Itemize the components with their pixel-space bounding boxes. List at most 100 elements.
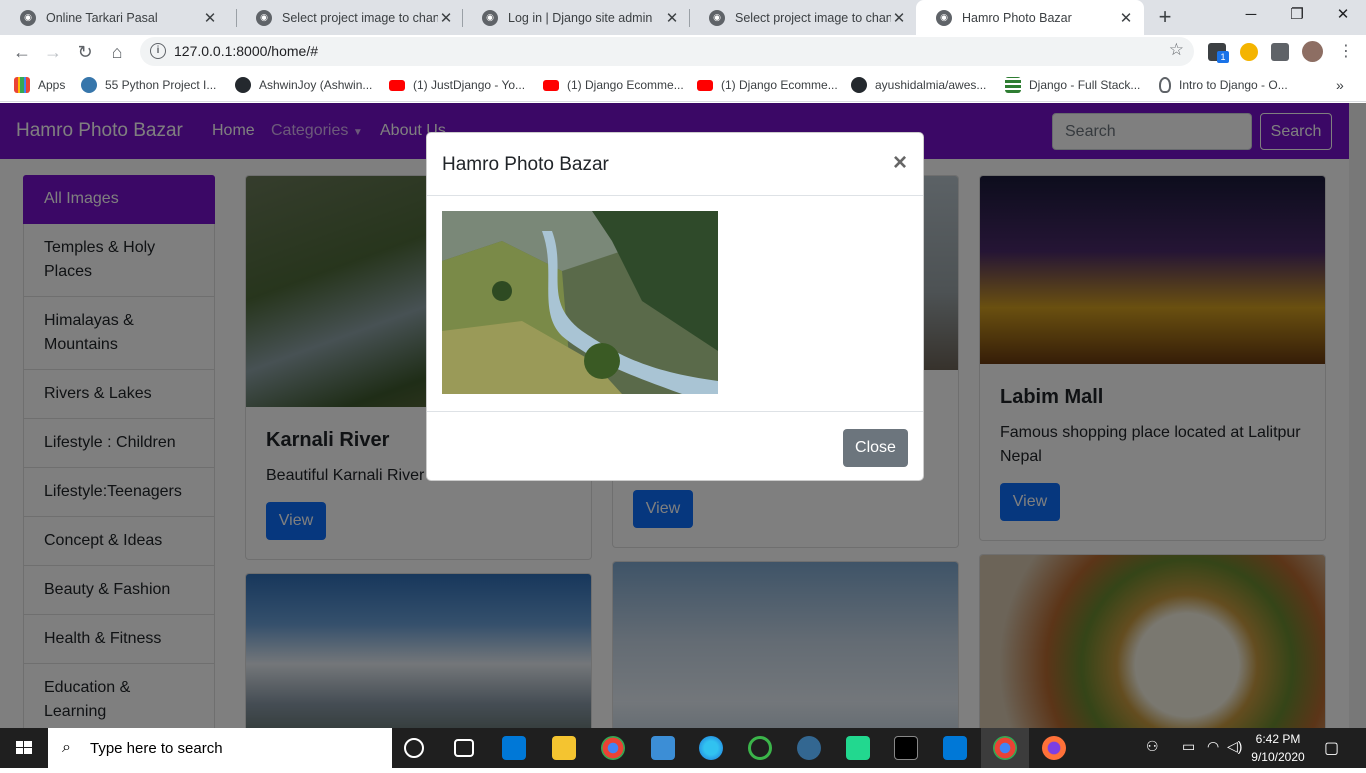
close-tab-icon[interactable]: ✕ bbox=[438, 9, 454, 27]
bookmark-item[interactable]: Intro to Django - O... bbox=[1159, 76, 1288, 94]
forward-icon[interactable]: → bbox=[40, 39, 66, 65]
browser-chrome: ◉ Online Tarkari Pasal ✕ ◉ Select project i… bbox=[0, 0, 1366, 103]
windows-logo-icon bbox=[16, 741, 32, 754]
extension-icon[interactable] bbox=[1240, 43, 1258, 61]
globe-icon: ◉ bbox=[20, 9, 36, 26]
modal-header: Hamro Photo Bazar × bbox=[427, 133, 923, 196]
taskbar-search-placeholder: Type here to search bbox=[90, 739, 223, 757]
globe-icon: ◉ bbox=[256, 9, 272, 26]
pycharm-icon[interactable] bbox=[846, 736, 870, 760]
close-tab-icon[interactable]: ✕ bbox=[1118, 9, 1134, 27]
extension-badge: 1 bbox=[1217, 51, 1229, 63]
avatar[interactable] bbox=[1302, 41, 1323, 62]
search-icon: ⌕ bbox=[62, 739, 71, 756]
bookmark-item[interactable]: AshwinJoy (Ashwin... bbox=[235, 76, 372, 94]
youtube-icon bbox=[697, 79, 713, 91]
tab-strip: ◉ Online Tarkari Pasal ✕ ◉ Select project i… bbox=[0, 0, 1366, 35]
grid-icon bbox=[1005, 77, 1021, 93]
bookmark-item[interactable]: Django - Full Stack... bbox=[1005, 76, 1140, 94]
close-tab-icon[interactable]: ✕ bbox=[202, 9, 218, 27]
wifi-icon[interactable]: ◠ bbox=[1207, 738, 1219, 755]
vscode-icon[interactable] bbox=[943, 736, 967, 760]
new-tab-button[interactable]: + bbox=[1152, 4, 1178, 30]
tab-label: Log in | Django site admin bbox=[508, 10, 653, 25]
bookmark-label: ayushidalmia/awes... bbox=[875, 78, 987, 92]
python-icon bbox=[81, 77, 97, 93]
lightbulb-icon bbox=[1159, 77, 1171, 93]
modal-close-icon[interactable]: × bbox=[893, 149, 907, 177]
bookmark-item[interactable]: (1) Django Ecomme... bbox=[543, 76, 684, 94]
bookmark-label: (1) Django Ecomme... bbox=[721, 78, 838, 92]
bookmark-item[interactable]: (1) JustDjango - Yo... bbox=[389, 76, 525, 94]
windows-taskbar: ⌕ Type here to search ⚇ ▭ ◠ ◁) 6:42 PM 9/… bbox=[0, 728, 1366, 768]
close-window-button[interactable]: ✕ bbox=[1320, 0, 1366, 30]
bookmark-label: Intro to Django - O... bbox=[1179, 78, 1288, 92]
url-text: 127.0.0.1:8000/home/# bbox=[174, 43, 319, 59]
back-icon[interactable]: ← bbox=[9, 39, 35, 65]
notification-icon[interactable]: ▢ bbox=[1324, 738, 1339, 758]
cortana-icon[interactable] bbox=[404, 738, 424, 758]
file-explorer-icon[interactable] bbox=[552, 736, 576, 760]
bookmark-label: (1) JustDjango - Yo... bbox=[413, 78, 526, 92]
task-view-icon[interactable] bbox=[454, 739, 474, 757]
bookmark-label: 55 Python Project I... bbox=[105, 78, 217, 92]
pc-icon[interactable] bbox=[651, 736, 675, 760]
tab-label: Select project image to change bbox=[282, 10, 438, 25]
bookmark-item[interactable]: (1) Django Ecomme... bbox=[697, 76, 838, 94]
reload-icon[interactable]: ↻ bbox=[72, 39, 98, 65]
app-icon[interactable] bbox=[748, 736, 772, 760]
bookmark-label: Django - Full Stack... bbox=[1029, 78, 1141, 92]
more-bookmarks-icon[interactable]: » bbox=[1336, 76, 1344, 94]
bookmark-apps[interactable]: Apps bbox=[14, 76, 65, 94]
browser-tab-active[interactable]: ◉ Hamro Photo Bazar ✕ bbox=[916, 0, 1144, 35]
bookmark-item[interactable]: 55 Python Project I... bbox=[81, 76, 216, 94]
bookmark-label: AshwinJoy (Ashwin... bbox=[259, 78, 373, 92]
menu-dots-icon[interactable]: ⋮ bbox=[1333, 39, 1359, 65]
browser-tab-2[interactable]: ◉ Select project image to change ✕ bbox=[236, 0, 464, 35]
image-modal: Hamro Photo Bazar × Close bbox=[426, 132, 924, 481]
clock-time: 6:42 PM bbox=[1255, 732, 1301, 746]
star-icon[interactable]: ☆ bbox=[1169, 40, 1184, 60]
github-icon bbox=[851, 77, 867, 93]
bookmark-item[interactable]: ayushidalmia/awes... bbox=[851, 76, 986, 94]
close-tab-icon[interactable]: ✕ bbox=[664, 9, 680, 27]
clock-date: 9/10/2020 bbox=[1251, 750, 1305, 764]
taskbar-clock[interactable]: 6:42 PM 9/10/2020 bbox=[1243, 730, 1313, 766]
chrome-icon[interactable] bbox=[601, 736, 625, 760]
browser-tab-1[interactable]: ◉ Online Tarkari Pasal ✕ bbox=[0, 0, 228, 35]
modal-footer: Close bbox=[427, 411, 923, 481]
address-bar[interactable]: i 127.0.0.1:8000/home/# ☆ bbox=[140, 37, 1194, 66]
modal-title: Hamro Photo Bazar bbox=[442, 154, 609, 175]
windows-start-button[interactable] bbox=[0, 728, 48, 768]
youtube-icon bbox=[389, 79, 405, 91]
volume-icon[interactable]: ◁) bbox=[1227, 738, 1242, 755]
firefox-icon[interactable] bbox=[1042, 736, 1066, 760]
postgres-icon[interactable] bbox=[797, 736, 821, 760]
close-tab-icon[interactable]: ✕ bbox=[891, 9, 907, 27]
bookmarks-bar: Apps 55 Python Project I... AshwinJoy (A… bbox=[0, 68, 1366, 102]
web-page: Hamro Photo Bazar Home Categories ▼ Abou… bbox=[0, 103, 1366, 728]
bookmark-label: (1) Django Ecomme... bbox=[567, 78, 684, 92]
youtube-icon bbox=[543, 79, 559, 91]
terminal-icon[interactable] bbox=[894, 736, 918, 760]
modal-image bbox=[442, 211, 718, 394]
puzzle-icon[interactable] bbox=[1271, 43, 1289, 61]
battery-icon[interactable]: ▭ bbox=[1182, 738, 1195, 755]
minimize-button[interactable]: ─ bbox=[1228, 0, 1274, 30]
browser-tab-4[interactable]: ◉ Select project image to change ✕ bbox=[689, 0, 917, 35]
people-icon[interactable]: ⚇ bbox=[1146, 738, 1159, 755]
tab-label: Select project image to change bbox=[735, 10, 891, 25]
river-photo bbox=[442, 211, 718, 394]
store-icon[interactable] bbox=[502, 736, 526, 760]
modal-close-button[interactable]: Close bbox=[843, 429, 908, 467]
info-icon[interactable]: i bbox=[150, 43, 166, 59]
browser-tab-3[interactable]: ◉ Log in | Django site admin ✕ bbox=[462, 0, 690, 35]
maximize-button[interactable]: ❐ bbox=[1274, 0, 1320, 30]
tab-label: Hamro Photo Bazar bbox=[962, 10, 1072, 25]
globe-icon: ◉ bbox=[936, 9, 952, 26]
github-icon bbox=[235, 77, 251, 93]
taskbar-search[interactable]: ⌕ Type here to search bbox=[48, 728, 392, 768]
apps-grid-icon bbox=[14, 77, 30, 93]
home-icon[interactable]: ⌂ bbox=[104, 39, 130, 65]
edge-icon[interactable] bbox=[699, 736, 723, 760]
